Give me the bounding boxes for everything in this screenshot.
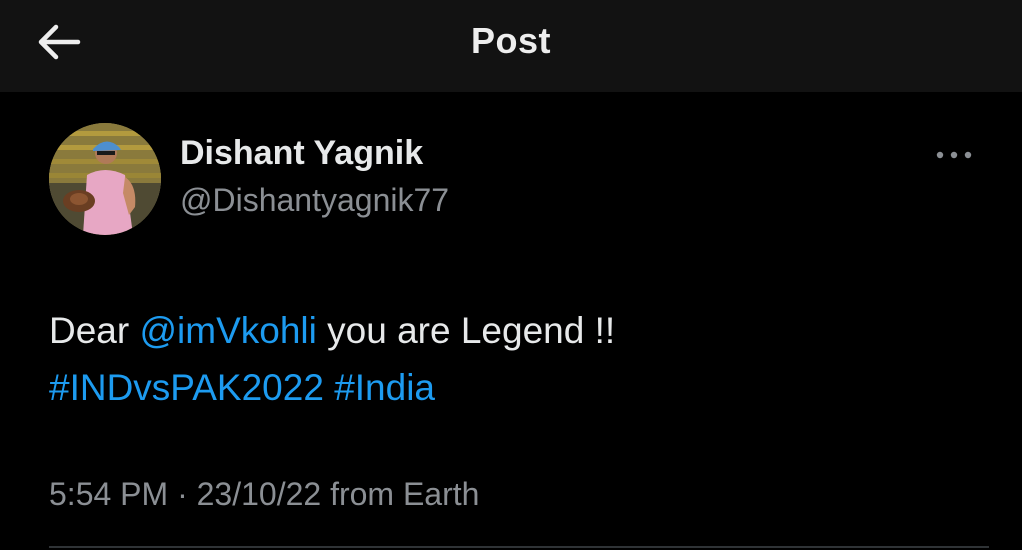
more-options-button[interactable]	[932, 144, 976, 166]
timestamp-date[interactable]: 23/10/22	[197, 476, 322, 512]
divider	[49, 546, 989, 548]
author-display-name[interactable]: Dishant Yagnik	[180, 134, 423, 173]
more-horizontal-icon	[936, 151, 972, 159]
post-page: Post Dishant Yagnik @Dishantyagnik77 Dea…	[0, 0, 1022, 550]
hashtag-link-india[interactable]: #India	[334, 367, 435, 408]
mention-link[interactable]: @imVkohli	[139, 310, 316, 351]
page-title: Post	[470, 20, 551, 61]
avatar[interactable]	[49, 123, 161, 235]
avatar-photo	[49, 123, 161, 235]
timestamp-source: from Earth	[321, 476, 480, 512]
timestamp-separator: ·	[168, 476, 197, 512]
top-bar: Post	[0, 0, 1022, 92]
author-handle[interactable]: @Dishantyagnik77	[180, 182, 449, 219]
tweet-text-prefix: Dear	[49, 310, 140, 351]
timestamp-time[interactable]: 5:54 PM	[49, 476, 168, 512]
hashtag-separator	[324, 367, 334, 408]
tweet-timestamp: 5:54 PM · 23/10/22 from Earth	[49, 476, 479, 513]
tweet-body: Dear @imVkohli you are Legend !! #INDvsPA…	[49, 302, 989, 416]
tweet-text-middle: you are Legend !!	[316, 310, 616, 351]
hashtag-link-indvspak2022[interactable]: #INDvsPAK2022	[49, 367, 324, 408]
